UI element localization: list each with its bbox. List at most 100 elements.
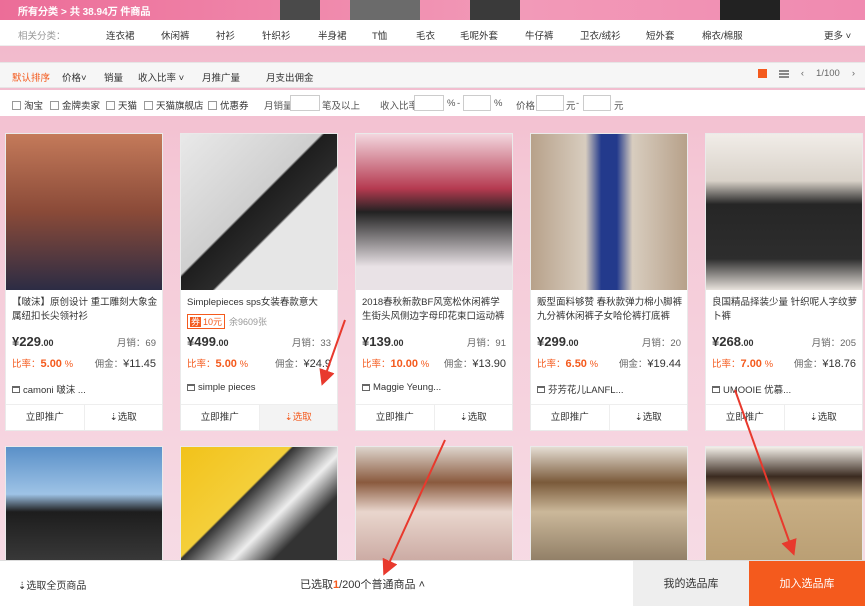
comm-label: 佣金：	[618, 359, 648, 370]
product-card[interactable]: 【啵沫】原创设计 重工雕刻大象金属纽扣长尖领衬衫 ¥229.00 月销：69 比…	[5, 133, 163, 431]
promote-button[interactable]: 立即推广	[356, 405, 434, 430]
filter-tmall-label: 天猫	[118, 101, 138, 112]
my-library-button[interactable]: 我的选品库	[633, 561, 749, 606]
shop-name[interactable]: Maggie Yeung...	[362, 382, 441, 393]
sort-monthly-commission[interactable]: 月支出佣金	[266, 70, 314, 84]
product-card[interactable]: 贩型面料够赞 春秋款弹力棉小脚裤九分裤休闲裤子女哈伦裤打底裤 ¥299.00 月…	[530, 133, 688, 431]
promote-button[interactable]: 立即推广	[181, 405, 259, 430]
chevron-down-icon: ˅	[176, 73, 185, 84]
product-image[interactable]	[531, 134, 687, 290]
product-title[interactable]: 2018春秋新款BF风宽松休闲裤学生街头风侧边字母印花束口运动裤	[362, 296, 508, 324]
promote-button[interactable]: 立即推广	[531, 405, 609, 430]
category-item[interactable]: 休闲裤	[161, 28, 190, 42]
product-image[interactable]	[6, 134, 162, 290]
category-item[interactable]: 半身裙	[318, 28, 347, 42]
sort-price[interactable]: 价格˅	[62, 70, 87, 84]
select-button[interactable]: ⇣选取	[783, 405, 863, 430]
category-item[interactable]: 棉衣/棉服	[702, 28, 743, 42]
checkbox[interactable]	[208, 100, 217, 110]
product-card[interactable]	[5, 446, 163, 564]
commission: 佣金：¥11.45	[95, 356, 156, 370]
more-categories-button[interactable]: 更多 ˅	[824, 28, 851, 42]
category-item[interactable]: 毛呢外套	[460, 28, 498, 42]
select-button[interactable]: ⇣选取	[83, 405, 163, 430]
income-ratio-min-input[interactable]	[414, 95, 444, 111]
product-card[interactable]: 良国精品择装少量 针织呢人字纹萝卜裤 ¥268.00 月销：205 比率：7.0…	[705, 133, 863, 431]
sort-income-ratio[interactable]: 收入比率 ˅	[138, 70, 184, 84]
product-image[interactable]	[6, 447, 162, 563]
download-icon: ⇣	[634, 412, 643, 423]
product-card[interactable]	[705, 446, 863, 564]
product-title[interactable]: 【啵沫】原创设计 重工雕刻大象金属纽扣长尖领衬衫	[12, 296, 158, 324]
sort-sales[interactable]: 销量	[104, 70, 123, 84]
shop-name[interactable]: 芬芳花儿LANFL...	[537, 382, 624, 396]
monthly-sales-input[interactable]	[290, 95, 320, 111]
filter-tmall[interactable]: 天猫	[106, 98, 137, 112]
price-min-input[interactable]	[536, 95, 564, 111]
category-item[interactable]: 连衣裙	[106, 28, 135, 42]
price-dec: .00	[390, 338, 404, 348]
product-price: ¥268.00	[712, 334, 754, 349]
sort-monthly-promo[interactable]: 月推广量	[202, 70, 240, 84]
filter-taobao[interactable]: 淘宝	[12, 98, 43, 112]
product-card[interactable]: 2018春秋新款BF风宽松休闲裤学生街头风侧边字母印花束口运动裤 ¥139.00…	[355, 133, 513, 431]
filter-tmall-flagship[interactable]: 天猫旗舰店	[144, 98, 204, 112]
select-button[interactable]: ⇣选取	[608, 405, 688, 430]
shop-name[interactable]: simple pieces	[187, 382, 256, 393]
product-title[interactable]: Simplepieces sps女装春款意大利...	[187, 296, 333, 310]
category-item[interactable]: 卫衣/绒衫	[580, 28, 621, 42]
add-to-library-button[interactable]: 加入选品库	[749, 561, 865, 606]
selected-count[interactable]: 已选取1/200个普通商品 ˄	[300, 576, 425, 592]
category-item[interactable]: 短外套	[646, 28, 675, 42]
price-max-input[interactable]	[583, 95, 611, 111]
category-item[interactable]: 牛仔裤	[525, 28, 554, 42]
shop-name[interactable]: UMOOIE 优慕...	[712, 382, 791, 396]
select-all-page-button[interactable]: ⇣选取全页商品	[18, 577, 86, 592]
grid-view-icon[interactable]	[757, 69, 767, 78]
download-icon: ⇣	[809, 412, 818, 423]
list-view-icon[interactable]	[778, 69, 789, 78]
select-button[interactable]: ⇣选取	[433, 405, 513, 430]
product-image[interactable]	[706, 447, 862, 563]
comm-label: 佣金：	[443, 359, 473, 370]
prev-page-icon[interactable]: ‹	[801, 68, 804, 79]
banner-image	[720, 0, 780, 20]
product-image[interactable]	[181, 134, 337, 290]
sort-default[interactable]: 默认排序	[12, 70, 50, 84]
product-image[interactable]	[356, 447, 512, 563]
promote-button[interactable]: 立即推广	[6, 405, 84, 430]
category-item[interactable]: 毛衣	[416, 28, 435, 42]
category-item[interactable]: 衬衫	[216, 28, 235, 42]
checkbox[interactable]	[144, 100, 153, 110]
ratio-label: 比率：	[537, 359, 566, 370]
yuan-unit: 元	[614, 101, 624, 112]
product-card[interactable]: Simplepieces sps女装春款意大利... 券10元 余9609张 ¥…	[180, 133, 338, 431]
breadcrumb-all-categories[interactable]: 所有分类	[18, 7, 58, 18]
breadcrumb-bar: 所有分类 > 共 38.94万 件商品	[0, 0, 865, 20]
select-button[interactable]: ⇣选取	[258, 405, 337, 430]
income-ratio-max-input[interactable]	[463, 95, 491, 111]
coupon-tag[interactable]: 券 10元	[187, 314, 226, 329]
product-image[interactable]	[706, 134, 862, 290]
checkbox[interactable]	[50, 100, 59, 110]
product-title[interactable]: 良国精品择装少量 针织呢人字纹萝卜裤	[712, 296, 858, 324]
shop-icon	[187, 384, 195, 391]
checkbox[interactable]	[12, 100, 21, 110]
product-card[interactable]	[180, 446, 338, 564]
product-card[interactable]	[355, 446, 513, 564]
banner-image	[470, 0, 520, 20]
percent-unit: %	[447, 98, 456, 109]
next-page-icon[interactable]: ›	[852, 68, 855, 79]
category-item[interactable]: T恤	[372, 28, 387, 42]
product-image[interactable]	[531, 447, 687, 563]
product-title[interactable]: 贩型面料够赞 春秋款弹力棉小脚裤九分裤休闲裤子女哈伦裤打底裤	[537, 296, 683, 324]
category-item[interactable]: 针织衫	[262, 28, 291, 42]
product-image[interactable]	[181, 447, 337, 563]
product-card[interactable]	[530, 446, 688, 564]
shop-name[interactable]: camoni 啵沫 ...	[12, 382, 86, 396]
promote-button[interactable]: 立即推广	[706, 405, 784, 430]
filter-gold-seller[interactable]: 金牌卖家	[50, 98, 100, 112]
checkbox[interactable]	[106, 100, 115, 110]
product-image[interactable]	[356, 134, 512, 290]
filter-coupon[interactable]: 优惠券	[208, 98, 249, 112]
